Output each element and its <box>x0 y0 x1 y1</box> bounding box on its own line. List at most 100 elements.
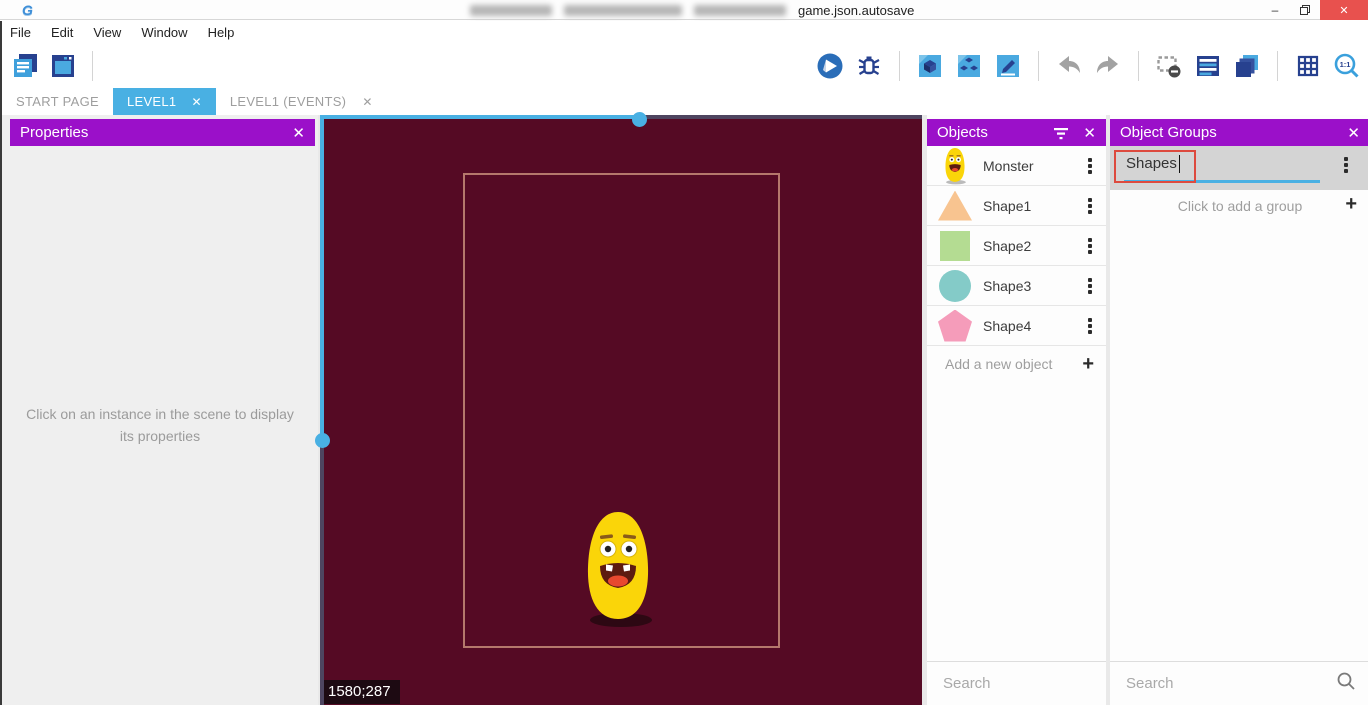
grid-button[interactable] <box>1293 51 1323 81</box>
triangle-icon <box>938 191 972 221</box>
zoom-1-1-icon: 1:1 <box>1333 52 1361 80</box>
add-object-button[interactable]: Add a new object + <box>927 346 1106 382</box>
toolbar-separator <box>1138 51 1139 81</box>
close-button[interactable]: ✕ <box>1320 0 1368 20</box>
tutorial-highlight-box <box>1114 150 1196 183</box>
scene-canvas[interactable]: 1580;287 <box>320 115 922 705</box>
object-row-monster[interactable]: Monster <box>927 146 1106 186</box>
project-manager-button[interactable] <box>10 51 40 81</box>
project-manager-icon <box>11 52 39 80</box>
svg-text:1:1: 1:1 <box>1340 60 1351 69</box>
monster-icon <box>927 147 983 185</box>
undo-button[interactable] <box>1054 51 1084 81</box>
properties-panel: Properties ✕ Click on an instance in the… <box>2 115 318 705</box>
group-menu-kebab-icon[interactable] <box>1334 157 1358 173</box>
monster-instance[interactable] <box>583 509 653 629</box>
edit-scene-properties-button[interactable] <box>993 51 1023 81</box>
object-row-shape3[interactable]: Shape3 <box>927 266 1106 306</box>
monster-sprite <box>583 509 653 629</box>
plus-icon: + <box>1082 354 1094 374</box>
layers-list-icon <box>1194 52 1222 80</box>
menu-edit[interactable]: Edit <box>41 25 83 40</box>
tab-close-icon[interactable]: ✕ <box>362 95 372 109</box>
properties-empty-message: Click on an instance in the scene to dis… <box>20 404 300 447</box>
new-group-row <box>1110 146 1368 190</box>
gdevelop-logo-icon: G <box>22 3 33 17</box>
menu-view[interactable]: View <box>83 25 131 40</box>
edit-instances-button[interactable] <box>954 51 984 81</box>
object-menu-kebab-icon[interactable] <box>1078 238 1102 254</box>
left-splitter[interactable] <box>320 115 324 440</box>
splitter-handle-left[interactable] <box>315 433 330 448</box>
play-button[interactable] <box>815 51 845 81</box>
toolbar-separator <box>899 51 900 81</box>
redo-button[interactable] <box>1093 51 1123 81</box>
toolbar-separator <box>1277 51 1278 81</box>
close-icon[interactable]: ✕ <box>292 124 305 142</box>
objects-panel: Objects ✕ Monster Shape1 Shap <box>927 115 1106 705</box>
left-splitter-rest <box>320 440 324 705</box>
object-row-shape4[interactable]: Shape4 <box>927 306 1106 346</box>
pentagon-icon <box>938 310 972 342</box>
layers-list-button[interactable] <box>1193 51 1223 81</box>
redacted-title-segment <box>564 5 682 16</box>
edit-objects-button[interactable] <box>915 51 945 81</box>
objects-search-row <box>927 661 1106 705</box>
close-icon[interactable]: ✕ <box>1083 124 1096 142</box>
menu-help[interactable]: Help <box>198 25 245 40</box>
object-row-shape2[interactable]: Shape2 <box>927 226 1106 266</box>
add-object-label: Add a new object <box>945 356 1052 372</box>
top-splitter[interactable] <box>320 115 639 119</box>
play-icon <box>816 52 844 80</box>
square-icon <box>940 231 970 261</box>
toolbar: 1:1 <box>0 44 1368 88</box>
layers-button[interactable] <box>1232 51 1262 81</box>
menu-bar: File Edit View Window Help <box>0 21 1368 44</box>
object-groups-panel: Object Groups ✕ Click to add a group + <box>1110 115 1368 705</box>
menu-file[interactable]: File <box>2 25 41 40</box>
panel-title: Objects <box>937 124 988 141</box>
tab-level1[interactable]: LEVEL1 ✕ <box>113 88 216 115</box>
minimize-button[interactable]: – <box>1260 0 1290 20</box>
search-icon <box>1336 671 1356 696</box>
splitter-handle-top[interactable] <box>632 112 647 127</box>
tab-label: START PAGE <box>16 94 99 109</box>
top-splitter-rest <box>639 115 922 119</box>
tab-label: LEVEL1 (EVENTS) <box>230 94 347 109</box>
groups-search-input[interactable] <box>1110 675 1336 692</box>
object-groups-header: Object Groups ✕ <box>1110 119 1368 146</box>
debug-button[interactable] <box>854 51 884 81</box>
properties-header: Properties ✕ <box>10 119 315 146</box>
menu-window[interactable]: Window <box>131 25 197 40</box>
restore-button[interactable] <box>1290 0 1320 20</box>
properties-body: Click on an instance in the scene to dis… <box>2 146 318 705</box>
window-title: game.json.autosave <box>470 3 914 18</box>
object-menu-kebab-icon[interactable] <box>1078 278 1102 294</box>
add-group-button[interactable]: Click to add a group + <box>1110 190 1368 222</box>
grid-icon <box>1294 52 1322 80</box>
delete-selection-icon <box>1155 52 1183 80</box>
toolbar-separator <box>92 51 93 81</box>
groups-search-row <box>1110 661 1368 705</box>
object-label: Shape2 <box>983 238 1078 254</box>
layers-icon <box>1233 52 1261 80</box>
tab-close-icon[interactable]: ✕ <box>191 95 201 109</box>
edit-scene-properties-icon <box>994 52 1022 80</box>
redacted-title-segment <box>470 5 552 16</box>
toolbar-separator <box>1038 51 1039 81</box>
delete-selection-button[interactable] <box>1154 51 1184 81</box>
tab-level1-events[interactable]: LEVEL1 (EVENTS) ✕ <box>216 88 387 115</box>
edit-objects-icon <box>916 52 944 80</box>
close-icon[interactable]: ✕ <box>1347 124 1360 142</box>
object-menu-kebab-icon[interactable] <box>1078 198 1102 214</box>
zoom-1-1-button[interactable]: 1:1 <box>1332 51 1362 81</box>
object-row-shape1[interactable]: Shape1 <box>927 186 1106 226</box>
filter-icon[interactable] <box>1053 126 1069 140</box>
start-page-icon <box>49 52 77 80</box>
object-menu-kebab-icon[interactable] <box>1078 158 1102 174</box>
tab-start-page[interactable]: START PAGE <box>2 88 113 115</box>
undo-icon <box>1055 52 1083 80</box>
object-menu-kebab-icon[interactable] <box>1078 318 1102 334</box>
start-page-button[interactable] <box>48 51 78 81</box>
redo-icon <box>1094 52 1122 80</box>
